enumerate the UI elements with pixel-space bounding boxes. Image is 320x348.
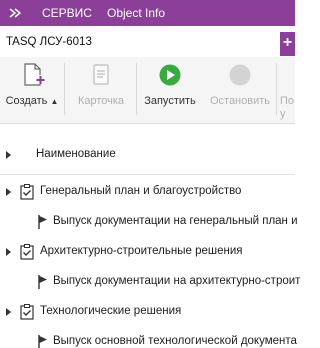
run-button[interactable]: Запустить: [137, 57, 203, 119]
flag-icon: [38, 275, 47, 289]
flag-icon: [38, 215, 47, 229]
tree-row-label: Выпуск документации на генеральный план …: [53, 215, 298, 227]
tab-tasq[interactable]: TASQ ЛСУ-6013: [0, 26, 280, 56]
checklist-icon: [20, 184, 34, 200]
checklist-icon: [20, 304, 34, 320]
tree-row-label: Выпуск документации на архитектурно-стро…: [53, 275, 301, 287]
expand-arrow-icon[interactable]: [5, 187, 13, 197]
create-button[interactable]: Создать ▲: [0, 57, 64, 119]
new-document-icon: [24, 63, 45, 86]
expand-arrow-icon[interactable]: [5, 247, 13, 257]
tree-divider: [0, 174, 295, 175]
ribbon-toolbar: Создать ▲ Карточка Запустить Остановить …: [0, 57, 295, 124]
add-tab-button[interactable]: +: [280, 32, 295, 56]
ribbon-separator: [64, 63, 65, 115]
tree-row-label: Выпуск основной технологической документ…: [53, 335, 297, 347]
tree-row-label: Технологические решения: [40, 305, 182, 317]
run-label: Запустить: [144, 95, 196, 107]
stop-button[interactable]: Остановить: [205, 57, 275, 119]
stop-icon: [229, 64, 251, 86]
menu-service[interactable]: СЕРВИС: [42, 0, 92, 26]
create-label: Создать ▲: [5, 95, 59, 107]
top-menu-bar: СЕРВИС Object Info: [0, 0, 295, 26]
more-label: По у: [280, 95, 295, 120]
expand-arrow-icon[interactable]: [5, 307, 13, 317]
tab-label: TASQ ЛСУ-6013: [6, 36, 92, 48]
more-button[interactable]: По у: [280, 57, 295, 120]
ribbon-separator: [276, 63, 277, 115]
tree-row-group[interactable]: Генеральный план и благоустройство: [0, 177, 295, 207]
tab-bar: TASQ ЛСУ-6013 +: [0, 26, 295, 56]
dropdown-arrow-icon: ▲: [50, 97, 59, 106]
card-icon: [93, 64, 109, 85]
card-label: Карточка: [77, 95, 125, 107]
tree-row-label: Генеральный план и благоустройство: [40, 185, 242, 197]
tree-row-group[interactable]: Архитектурно-строительные решения: [0, 237, 295, 267]
tree-row-task[interactable]: Выпуск основной технологической документ…: [0, 327, 297, 348]
menu-icon[interactable]: [0, 0, 30, 26]
stop-label: Остановить: [209, 95, 271, 107]
checklist-icon: [20, 244, 34, 260]
tree-row-task[interactable]: Выпуск документации на архитектурно-стро…: [0, 267, 300, 297]
tree-row-label: Архитектурно-строительные решения: [40, 245, 243, 257]
expand-arrow-icon[interactable]: [5, 150, 13, 160]
card-button[interactable]: Карточка: [68, 57, 134, 119]
play-icon: [159, 64, 181, 86]
menu-object-info[interactable]: Object Info: [107, 0, 165, 26]
flag-icon: [38, 335, 47, 348]
tree-row-task[interactable]: Выпуск документации на генеральный план …: [0, 207, 298, 237]
column-header-name: Наименование: [36, 148, 116, 160]
tree-row-group[interactable]: Технологические решения: [0, 297, 295, 327]
tree-header[interactable]: Наименование: [0, 140, 295, 170]
